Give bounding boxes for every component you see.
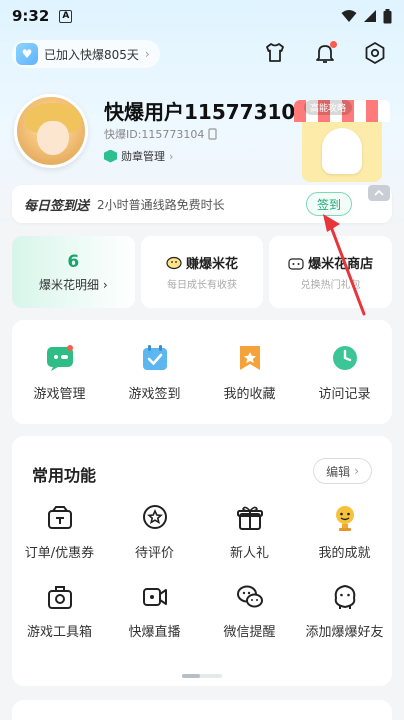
popcorn-count: 6 [67,251,80,272]
func-live[interactable]: 快爆直播 [107,583,202,640]
popcorn-shop-card[interactable]: 爆米花商店 兑换热门礼包 [269,236,393,308]
common-functions-card: 常用功能 编辑 › 订单/优惠券 待评价 新人礼 我的成就 游戏工具箱 快爆直播 [12,436,392,686]
popcorn-detail-label: 爆米花明细 › [39,277,108,292]
popcorn-shop-title: 爆米花商店 [308,257,374,272]
status-icons [341,8,392,24]
func-review[interactable]: 待评价 [107,504,202,561]
banner-tag: 高能攻略 [303,100,352,115]
popcorn-icon [166,256,182,269]
wallet-icon [47,506,72,529]
common-functions-title: 常用功能 [32,466,97,485]
quick-game-manage[interactable]: 游戏管理 [12,320,107,424]
earn-popcorn-title: 赚爆米花 [186,257,239,272]
user-id-text: 快爆ID:115773104 [104,128,205,141]
game-manage-icon [46,344,73,371]
friend-icon [334,584,355,609]
func-wechat-remind-label: 微信提醒 [223,625,276,640]
common-functions-grid: 订单/优惠券 待评价 新人礼 我的成就 游戏工具箱 快爆直播 微信提醒 添加爆爆… [12,504,392,640]
heart-calendar-icon: ♥ [16,43,38,65]
stats-row: 6 爆米花明细 › 赚爆米花 每日成长有收获 爆米花商店 兑换热门礼包 [12,236,393,308]
func-live-label: 快爆直播 [128,625,181,640]
func-newbie-gift-label: 新人礼 [229,546,269,561]
next-section-card [12,700,392,720]
toolbox-icon [47,586,72,609]
func-toolbox-label: 游戏工具箱 [26,625,92,640]
chevron-right-icon: › [144,47,150,61]
popcorn-shop-subtitle: 兑换热门礼包 [300,280,361,291]
badge-management-link[interactable]: 勋章管理 › [104,148,173,164]
quick-actions-card: 游戏管理 游戏签到 我的收藏 访问记录 [12,320,392,424]
signin-title: 每日签到送 [24,198,90,214]
shirt-icon[interactable] [262,40,288,66]
quick-game-manage-label: 游戏管理 [33,386,86,402]
quick-favorites[interactable]: 我的收藏 [202,320,297,424]
joined-days-pill[interactable]: ♥ 已加入快爆805天 › [12,40,160,68]
chevron-right-icon: › [354,464,359,478]
func-achievements-label: 我的成就 [318,546,371,561]
live-icon [142,588,167,606]
battery-icon [383,8,392,23]
daily-signin-bar: 每日签到送 2小时普通线路免费时长 签到 [12,185,392,223]
earn-popcorn-subtitle: 每日成长有收获 [167,280,237,291]
func-orders[interactable]: 订单/优惠券 [12,504,107,561]
notification-icon: A [59,9,73,23]
edit-button[interactable]: 编辑 › [313,458,372,484]
status-bar: 9:32 A [0,0,404,32]
func-add-friend-label: 添加爆爆好友 [305,625,384,640]
func-add-friend[interactable]: 添加爆爆好友 [297,583,392,640]
popcorn-detail-card[interactable]: 6 爆米花明细 › [12,236,135,308]
notification-dot [330,41,337,48]
badge-icon [104,149,117,163]
avatar[interactable] [14,94,88,168]
earn-popcorn-card[interactable]: 赚爆米花 每日成长有收获 [140,236,264,308]
page-indicator [182,674,222,678]
func-achievements[interactable]: 我的成就 [297,504,392,561]
func-newbie-gift[interactable]: 新人礼 [202,504,297,561]
quick-favorites-label: 我的收藏 [223,386,276,402]
favorites-icon [239,345,260,370]
quick-history-label: 访问记录 [318,386,371,402]
status-time: 9:32 [12,7,50,25]
quick-game-signin-label: 游戏签到 [128,386,181,402]
username[interactable]: 快爆用户115773104 [104,96,309,125]
badge-management-text: 勋章管理 [121,150,165,163]
bell-icon[interactable] [312,40,338,66]
func-review-label: 待评价 [134,546,174,561]
wifi-icon [341,10,357,22]
signal-icon [364,10,376,22]
gift-icon [236,506,263,530]
review-icon [142,505,167,529]
game-signin-icon [142,344,167,370]
edit-button-label: 编辑 [326,464,351,479]
copy-icon [208,128,218,140]
collapse-icon[interactable] [368,185,390,201]
header-actions [262,40,388,66]
chevron-right-icon: › [169,149,174,163]
signin-button[interactable]: 签到 [305,192,352,216]
quick-history[interactable]: 访问记录 [297,320,392,424]
wechat-icon [236,585,263,608]
trophy-icon [335,506,354,531]
func-wechat-remind[interactable]: 微信提醒 [202,583,297,640]
signin-description: 2小时普通线路免费时长 [97,197,225,212]
shop-icon [288,257,304,270]
settings-icon[interactable] [362,40,388,66]
func-toolbox[interactable]: 游戏工具箱 [12,583,107,640]
history-icon [332,345,357,370]
joined-days-text: 已加入快爆805天 [44,47,139,62]
user-id[interactable]: 快爆ID:115773104 [104,126,218,142]
quick-game-signin[interactable]: 游戏签到 [107,320,202,424]
func-orders-label: 订单/优惠券 [24,546,95,561]
